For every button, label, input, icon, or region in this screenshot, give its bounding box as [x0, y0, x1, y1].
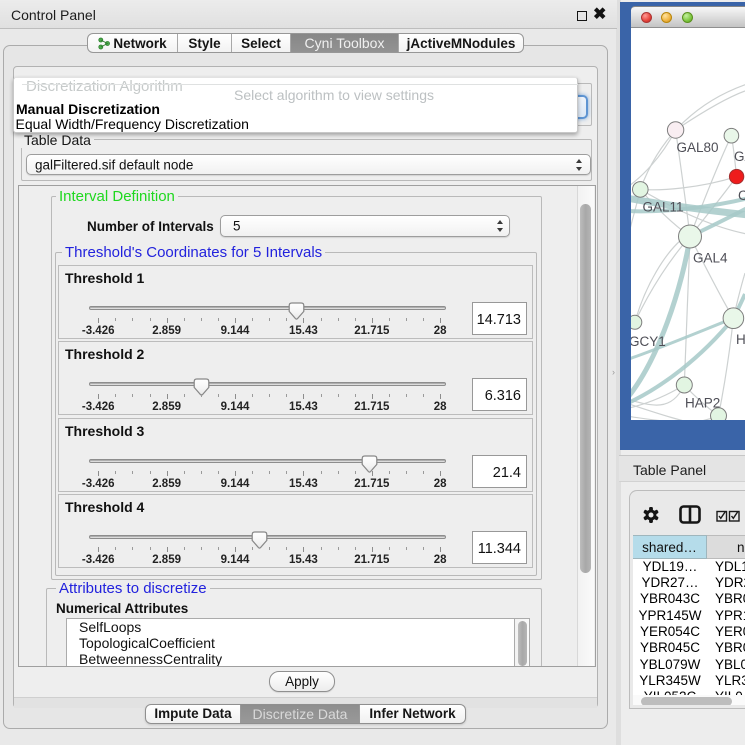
svg-text:GAL80: GAL80 [677, 140, 719, 155]
svg-text:GAL4: GAL4 [693, 251, 728, 266]
svg-text:HAP2: HAP2 [685, 396, 720, 411]
svg-text:C: C [738, 188, 745, 203]
svg-text:GCY1: GCY1 [631, 334, 666, 349]
svg-text:H: H [736, 332, 745, 347]
svg-text:GA: GA [734, 149, 745, 164]
svg-text:GAL11: GAL11 [643, 200, 684, 215]
